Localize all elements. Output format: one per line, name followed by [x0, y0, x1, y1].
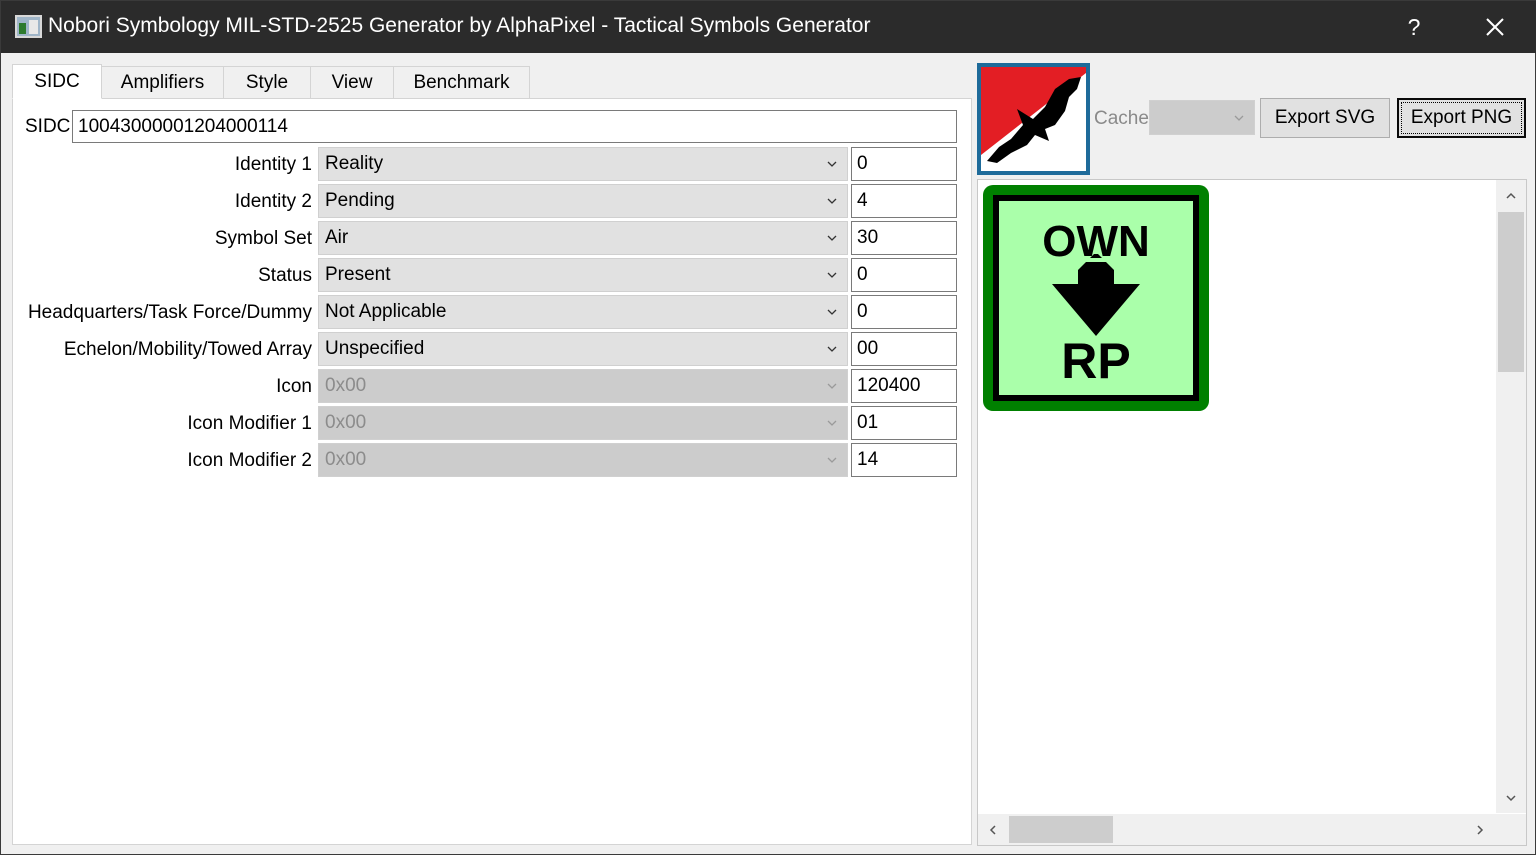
status-code-input[interactable]: 0	[851, 258, 957, 292]
hq-tf-dummy-code-input[interactable]: 0	[851, 295, 957, 329]
cache-select[interactable]	[1149, 100, 1255, 135]
tab-view[interactable]: View	[311, 66, 394, 99]
scroll-down-icon[interactable]	[1505, 792, 1517, 804]
vertical-scroll-thumb[interactable]	[1498, 212, 1524, 372]
icon-modifier-1-select[interactable]: 0x00	[318, 406, 848, 440]
export-svg-button[interactable]: Export SVG	[1260, 98, 1390, 138]
tab-bar: SIDC Amplifiers Style View Benchmark	[12, 64, 530, 99]
horizontal-scroll-thumb[interactable]	[1009, 816, 1113, 843]
tab-amplifiers[interactable]: Amplifiers	[102, 66, 224, 99]
icon-modifier-1-code-input[interactable]: 01	[851, 406, 957, 440]
symbol-set-label: Symbol Set	[214, 228, 312, 249]
symbol-set-select[interactable]: Air	[318, 221, 848, 255]
chevron-down-icon	[827, 309, 837, 315]
icon-modifier-2-select[interactable]: 0x00	[318, 443, 848, 477]
chevron-down-icon	[827, 383, 837, 389]
title-bar[interactable]: Nobori Symbology MIL-STD-2525 Generator …	[1, 1, 1536, 53]
scroll-corner	[1496, 814, 1526, 845]
echelon-value: Unspecified	[325, 338, 425, 359]
window-title: Nobori Symbology MIL-STD-2525 Generator …	[48, 14, 871, 37]
identity-1-code-input[interactable]: 0	[851, 147, 957, 181]
chevron-down-icon	[827, 457, 837, 463]
hq-tf-dummy-select[interactable]: Not Applicable	[318, 295, 848, 329]
identity-2-code-input[interactable]: 4	[851, 184, 957, 218]
icon-modifier-2-code-input[interactable]: 14	[851, 443, 957, 477]
cache-label: Cache	[1094, 108, 1149, 129]
export-png-button[interactable]: Export PNG	[1397, 98, 1526, 138]
tab-benchmark[interactable]: Benchmark	[394, 66, 530, 99]
icon-code-input[interactable]: 120400	[851, 369, 957, 403]
icon-modifier-2-label: Icon Modifier 2	[187, 450, 312, 471]
symbol-top-text: OWN	[1042, 217, 1150, 266]
echelon-code-input[interactable]: 00	[851, 332, 957, 366]
vertical-scrollbar[interactable]	[1496, 180, 1526, 813]
chevron-down-icon	[827, 235, 837, 241]
symbol-preview: OWN RP	[977, 179, 1527, 846]
hq-tf-dummy-value: Not Applicable	[325, 301, 447, 322]
identity-1-label: Identity 1	[234, 154, 312, 175]
close-icon	[1486, 18, 1504, 36]
close-button[interactable]	[1467, 1, 1523, 53]
icon-modifier-1-label: Icon Modifier 1	[187, 413, 312, 434]
app-logo	[977, 63, 1090, 175]
symbol-bottom-text: RP	[1061, 333, 1130, 389]
status-select[interactable]: Present	[318, 258, 848, 292]
scroll-left-icon[interactable]	[987, 824, 999, 836]
identity-1-value: Reality	[325, 153, 384, 174]
status-label: Status	[258, 265, 312, 286]
eagle-logo-icon	[981, 67, 1086, 171]
icon-select[interactable]: 0x00	[318, 369, 848, 403]
chevron-down-icon	[827, 272, 837, 278]
scroll-up-icon[interactable]	[1505, 190, 1517, 202]
chevron-down-icon	[827, 161, 837, 167]
identity-1-select[interactable]: Reality	[318, 147, 848, 181]
icon-modifier-2-value: 0x00	[325, 449, 367, 470]
horizontal-scrollbar[interactable]	[978, 814, 1497, 845]
icon-modifier-1-value: 0x00	[325, 412, 367, 433]
chevron-down-icon	[827, 346, 837, 352]
hq-tf-dummy-label: Headquarters/Task Force/Dummy	[27, 302, 312, 323]
help-button[interactable]: ?	[1387, 1, 1441, 53]
chevron-down-icon	[1234, 115, 1244, 121]
icon-value: 0x00	[325, 375, 367, 396]
icon-label: Icon	[276, 376, 312, 397]
identity-2-select[interactable]: Pending	[318, 184, 848, 218]
echelon-select[interactable]: Unspecified	[318, 332, 848, 366]
tab-style[interactable]: Style	[224, 66, 311, 99]
symbol-set-code-input[interactable]: 30	[851, 221, 957, 255]
scroll-right-icon[interactable]	[1474, 824, 1486, 836]
echelon-label: Echelon/Mobility/Towed Array	[63, 339, 312, 360]
identity-2-value: Pending	[325, 190, 395, 211]
tab-sidc[interactable]: SIDC	[12, 64, 102, 99]
app-window: Nobori Symbology MIL-STD-2525 Generator …	[0, 0, 1536, 855]
sidc-label: SIDC	[25, 116, 71, 137]
app-icon	[15, 15, 42, 38]
chevron-down-icon	[827, 198, 837, 204]
identity-2-label: Identity 2	[234, 191, 312, 212]
status-value: Present	[325, 264, 391, 285]
chevron-down-icon	[827, 420, 837, 426]
sidc-input[interactable]: 10043000001204000114	[72, 110, 957, 143]
tactical-symbol: OWN RP	[983, 185, 1209, 411]
symbol-set-value: Air	[325, 227, 349, 248]
